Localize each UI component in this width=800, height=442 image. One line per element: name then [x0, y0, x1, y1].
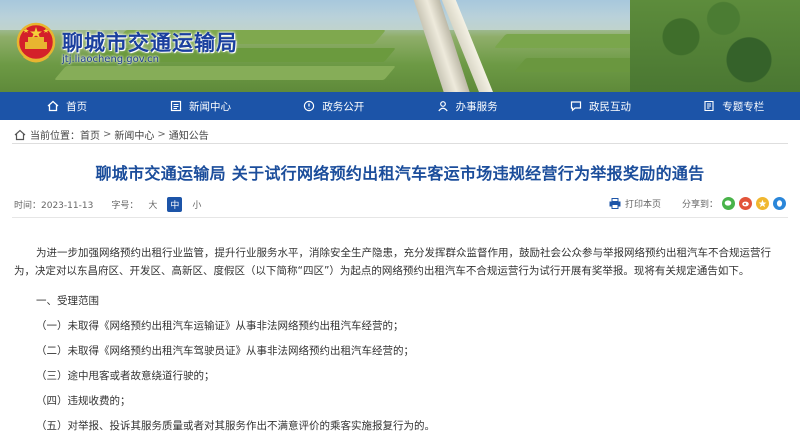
banner-trees	[630, 0, 800, 92]
share-label: 分享到：	[682, 200, 719, 210]
nav-label: 专题专栏	[722, 100, 765, 113]
nav-item-news[interactable]: 新闻中心	[133, 92, 266, 120]
list-item: （五）对举报、投诉其服务质量或者对其服务作出不满意评价的乘客实施报复行为的。	[36, 420, 435, 432]
news-icon	[169, 99, 183, 113]
interaction-icon	[569, 99, 583, 113]
qq-share-icon[interactable]	[773, 197, 787, 210]
divider	[12, 217, 788, 218]
weibo-share-icon[interactable]	[739, 197, 753, 210]
breadcrumb-separator: >	[157, 129, 166, 140]
breadcrumb-separator: >	[103, 129, 112, 140]
font-size-label: 字号：	[111, 201, 139, 211]
breadcrumb: 当前位置： 首页 > 新闻中心 > 通知公告	[14, 127, 209, 142]
breadcrumb-home[interactable]: 首页	[80, 127, 100, 142]
topics-icon	[702, 99, 716, 113]
breadcrumb-news[interactable]: 新闻中心	[114, 127, 154, 142]
nav-item-topics[interactable]: 专题专栏	[667, 92, 800, 120]
printer-icon	[609, 198, 621, 209]
main-nav: 首页 新闻中心 政务公开 办事服务 政民互动 专题专栏	[0, 92, 800, 120]
font-size-large-button[interactable]: 大	[148, 198, 157, 211]
home-icon	[46, 99, 60, 113]
list-item: （四）违规收费的；	[36, 395, 131, 407]
print-label: 打印本页	[625, 200, 662, 210]
site-title[interactable]: 聊城市交通运输局	[62, 27, 238, 57]
qzone-share-icon[interactable]	[756, 197, 770, 210]
publish-date: 时间：2023-11-13	[14, 201, 94, 211]
nav-label: 首页	[66, 100, 88, 113]
nav-label: 办事服务	[455, 100, 498, 113]
banner-field	[54, 66, 396, 80]
font-size-small-button[interactable]: 小	[192, 198, 201, 211]
nav-item-gov-info[interactable]: 政务公开	[267, 92, 400, 120]
breadcrumb-prefix: 当前位置：	[30, 131, 80, 142]
print-button[interactable]: 打印本页	[609, 197, 661, 210]
site-url[interactable]: jtj.liaocheng.gov.cn	[62, 54, 159, 65]
article-title: 聊城市交通运输局 关于试行网络预约出租汽车客运市场违规经营行为举报奖励的通告	[95, 164, 705, 183]
divider	[12, 143, 788, 144]
nav-item-service[interactable]: 办事服务	[400, 92, 533, 120]
nav-label: 政民互动	[588, 100, 631, 113]
nav-item-home[interactable]: 首页	[0, 92, 133, 120]
nav-item-interaction[interactable]: 政民互动	[533, 92, 666, 120]
list-item: （三）途中甩客或者故意绕道行驶的；	[36, 370, 215, 382]
article-paragraph: 为进一步加强网络预约出租行业监管，提升行业服务水平，消除安全生产隐患，充分发挥群…	[14, 247, 771, 277]
breadcrumb-notices[interactable]: 通知公告	[169, 127, 209, 142]
article-content: 为进一步加强网络预约出租行业监管，提升行业服务水平，消除安全生产隐患，充分发挥群…	[14, 244, 788, 280]
location-home-icon	[14, 129, 26, 140]
nav-label: 政务公开	[322, 100, 365, 113]
nav-label: 新闻中心	[188, 100, 231, 113]
font-size-medium-button[interactable]: 中	[167, 197, 183, 212]
list-item: （一）未取得《网络预约出租汽车运输证》从事非法网络预约出租汽车经营的；	[36, 320, 404, 332]
service-icon	[436, 99, 450, 113]
article-meta: 时间：2023-11-13 字号： 大 中 小 打印本页 分享到：	[14, 197, 788, 212]
national-emblem-icon	[16, 22, 56, 63]
wechat-share-icon[interactable]	[722, 197, 736, 210]
list-item: （二）未取得《网络预约出租汽车驾驶员证》从事非法网络预约出租汽车经营的；	[36, 345, 414, 357]
gov-info-icon	[302, 99, 316, 113]
section-heading: 一、受理范围	[36, 295, 99, 307]
header-banner: 聊城市交通运输局 jtj.liaocheng.gov.cn	[0, 0, 800, 92]
